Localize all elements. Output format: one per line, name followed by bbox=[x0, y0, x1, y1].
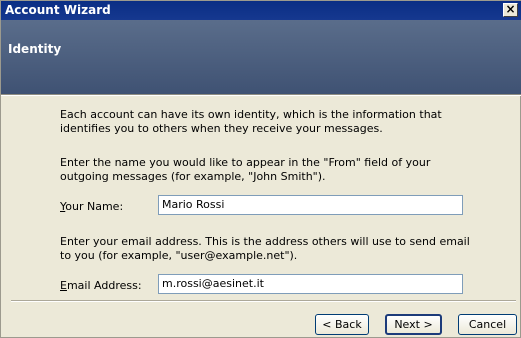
email-address-accelerator: E bbox=[60, 279, 67, 292]
email-address-label-text: mail Address: bbox=[66, 279, 142, 292]
email-address-label: Email Address: bbox=[60, 279, 142, 292]
your-name-label-text: our Name: bbox=[65, 200, 124, 213]
your-name-label: Your Name: bbox=[60, 200, 123, 213]
title-bar: Account Wizard × bbox=[1, 1, 521, 20]
wizard-header: Identity bbox=[1, 20, 521, 94]
window-title: Account Wizard bbox=[5, 3, 111, 17]
email-address-field[interactable]: m.rossi@aesinet.it bbox=[158, 274, 463, 294]
header-divider bbox=[1, 94, 521, 96]
page-title: Identity bbox=[8, 42, 62, 56]
account-wizard-window: Account Wizard × Identity Each account c… bbox=[0, 0, 521, 338]
intro-text: Each account can have its own identity, … bbox=[60, 108, 442, 135]
email-prompt-text: Enter your email address. This is the ad… bbox=[60, 235, 470, 262]
back-button[interactable]: < Back bbox=[315, 314, 369, 335]
footer-divider bbox=[11, 300, 516, 302]
name-prompt-text: Enter the name you would like to appear … bbox=[60, 156, 431, 183]
next-button[interactable]: Next > bbox=[385, 314, 442, 335]
cancel-button[interactable]: Cancel bbox=[458, 314, 517, 335]
close-icon[interactable]: × bbox=[503, 3, 518, 17]
your-name-field[interactable]: Mario Rossi bbox=[158, 195, 463, 215]
